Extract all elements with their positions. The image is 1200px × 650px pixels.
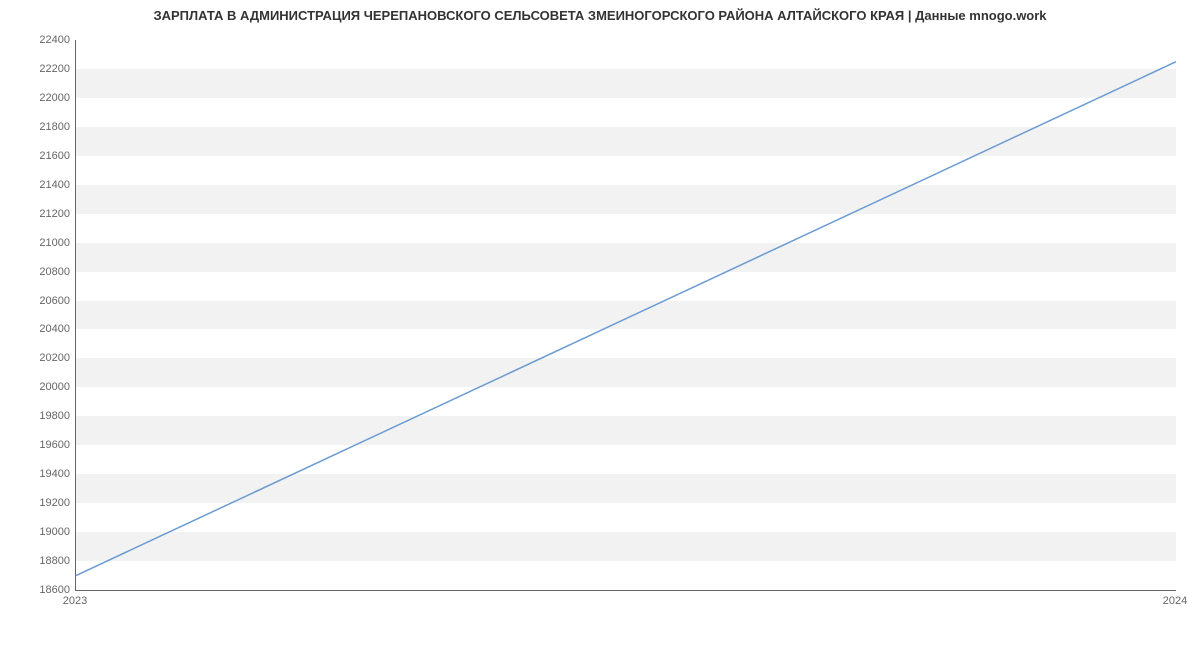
y-tick-label: 21200 <box>20 208 70 220</box>
y-tick-label: 22200 <box>20 63 70 75</box>
y-tick-label: 21600 <box>20 150 70 162</box>
y-tick-label: 20400 <box>20 323 70 335</box>
y-tick-label: 20000 <box>20 381 70 393</box>
y-tick-label: 20800 <box>20 266 70 278</box>
y-tick-label: 20200 <box>20 352 70 364</box>
y-tick-label: 19800 <box>20 410 70 422</box>
y-tick-label: 19000 <box>20 526 70 538</box>
y-tick-label: 21400 <box>20 179 70 191</box>
y-tick-label: 20600 <box>20 295 70 307</box>
y-tick-label: 19600 <box>20 439 70 451</box>
y-tick-label: 21800 <box>20 121 70 133</box>
y-tick-label: 18800 <box>20 555 70 567</box>
salary-chart: ЗАРПЛАТА В АДМИНИСТРАЦИЯ ЧЕРЕПАНОВСКОГО … <box>0 0 1200 650</box>
y-tick-label: 19400 <box>20 468 70 480</box>
x-tick-label: 2024 <box>1163 595 1187 607</box>
y-tick-label: 22400 <box>20 34 70 46</box>
y-tick-label: 19200 <box>20 497 70 509</box>
chart-line <box>76 40 1176 590</box>
y-tick-label: 21000 <box>20 237 70 249</box>
plot-area <box>75 40 1176 591</box>
x-tick-label: 2023 <box>63 595 87 607</box>
y-tick-label: 22000 <box>20 92 70 104</box>
chart-title: ЗАРПЛАТА В АДМИНИСТРАЦИЯ ЧЕРЕПАНОВСКОГО … <box>0 0 1200 23</box>
